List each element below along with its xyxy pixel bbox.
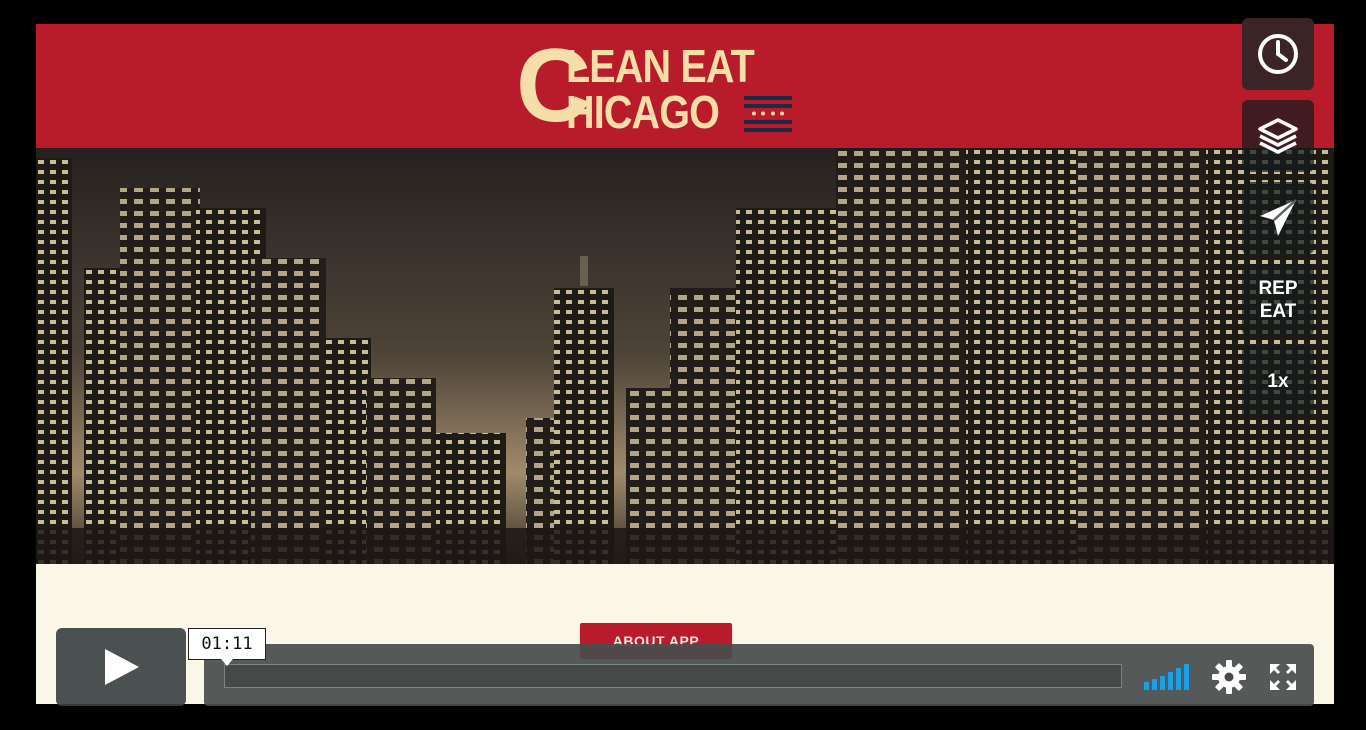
speed-button[interactable]: 1x bbox=[1242, 346, 1314, 418]
logo-line-1: LEAN EAT bbox=[566, 40, 755, 92]
progress-bar[interactable] bbox=[224, 664, 1122, 688]
repeat-button[interactable]: REP EAT bbox=[1242, 264, 1314, 336]
watch-later-button[interactable] bbox=[1242, 18, 1314, 90]
chicago-flag-icon bbox=[744, 96, 792, 132]
video-frame: C LEAN EAT HICAGO ABOUT APP bbox=[36, 24, 1334, 704]
play-icon bbox=[105, 649, 139, 685]
gear-icon[interactable] bbox=[1212, 660, 1246, 694]
play-button[interactable] bbox=[56, 628, 186, 706]
layers-icon bbox=[1258, 118, 1298, 154]
player-controls-bar bbox=[204, 644, 1314, 706]
share-button[interactable] bbox=[1242, 182, 1314, 254]
clean-eat-chicago-logo: C LEAN EAT HICAGO bbox=[516, 34, 806, 138]
clock-icon bbox=[1258, 34, 1298, 74]
paper-plane-icon bbox=[1260, 199, 1297, 236]
logo-line-2: HICAGO bbox=[566, 86, 720, 138]
repeat-label-line2: EAT bbox=[1259, 301, 1297, 322]
collections-button[interactable] bbox=[1242, 100, 1314, 172]
skyline-illustration bbox=[36, 148, 1334, 564]
hero-skyline-image bbox=[36, 148, 1334, 564]
repeat-label-line1: REP bbox=[1258, 278, 1298, 299]
speed-label: 1x bbox=[1267, 371, 1289, 392]
site-header: C LEAN EAT HICAGO bbox=[36, 24, 1334, 148]
time-tooltip: 01:11 bbox=[188, 628, 266, 666]
volume-bars-icon[interactable] bbox=[1144, 664, 1192, 690]
fullscreen-icon[interactable] bbox=[1268, 662, 1298, 692]
